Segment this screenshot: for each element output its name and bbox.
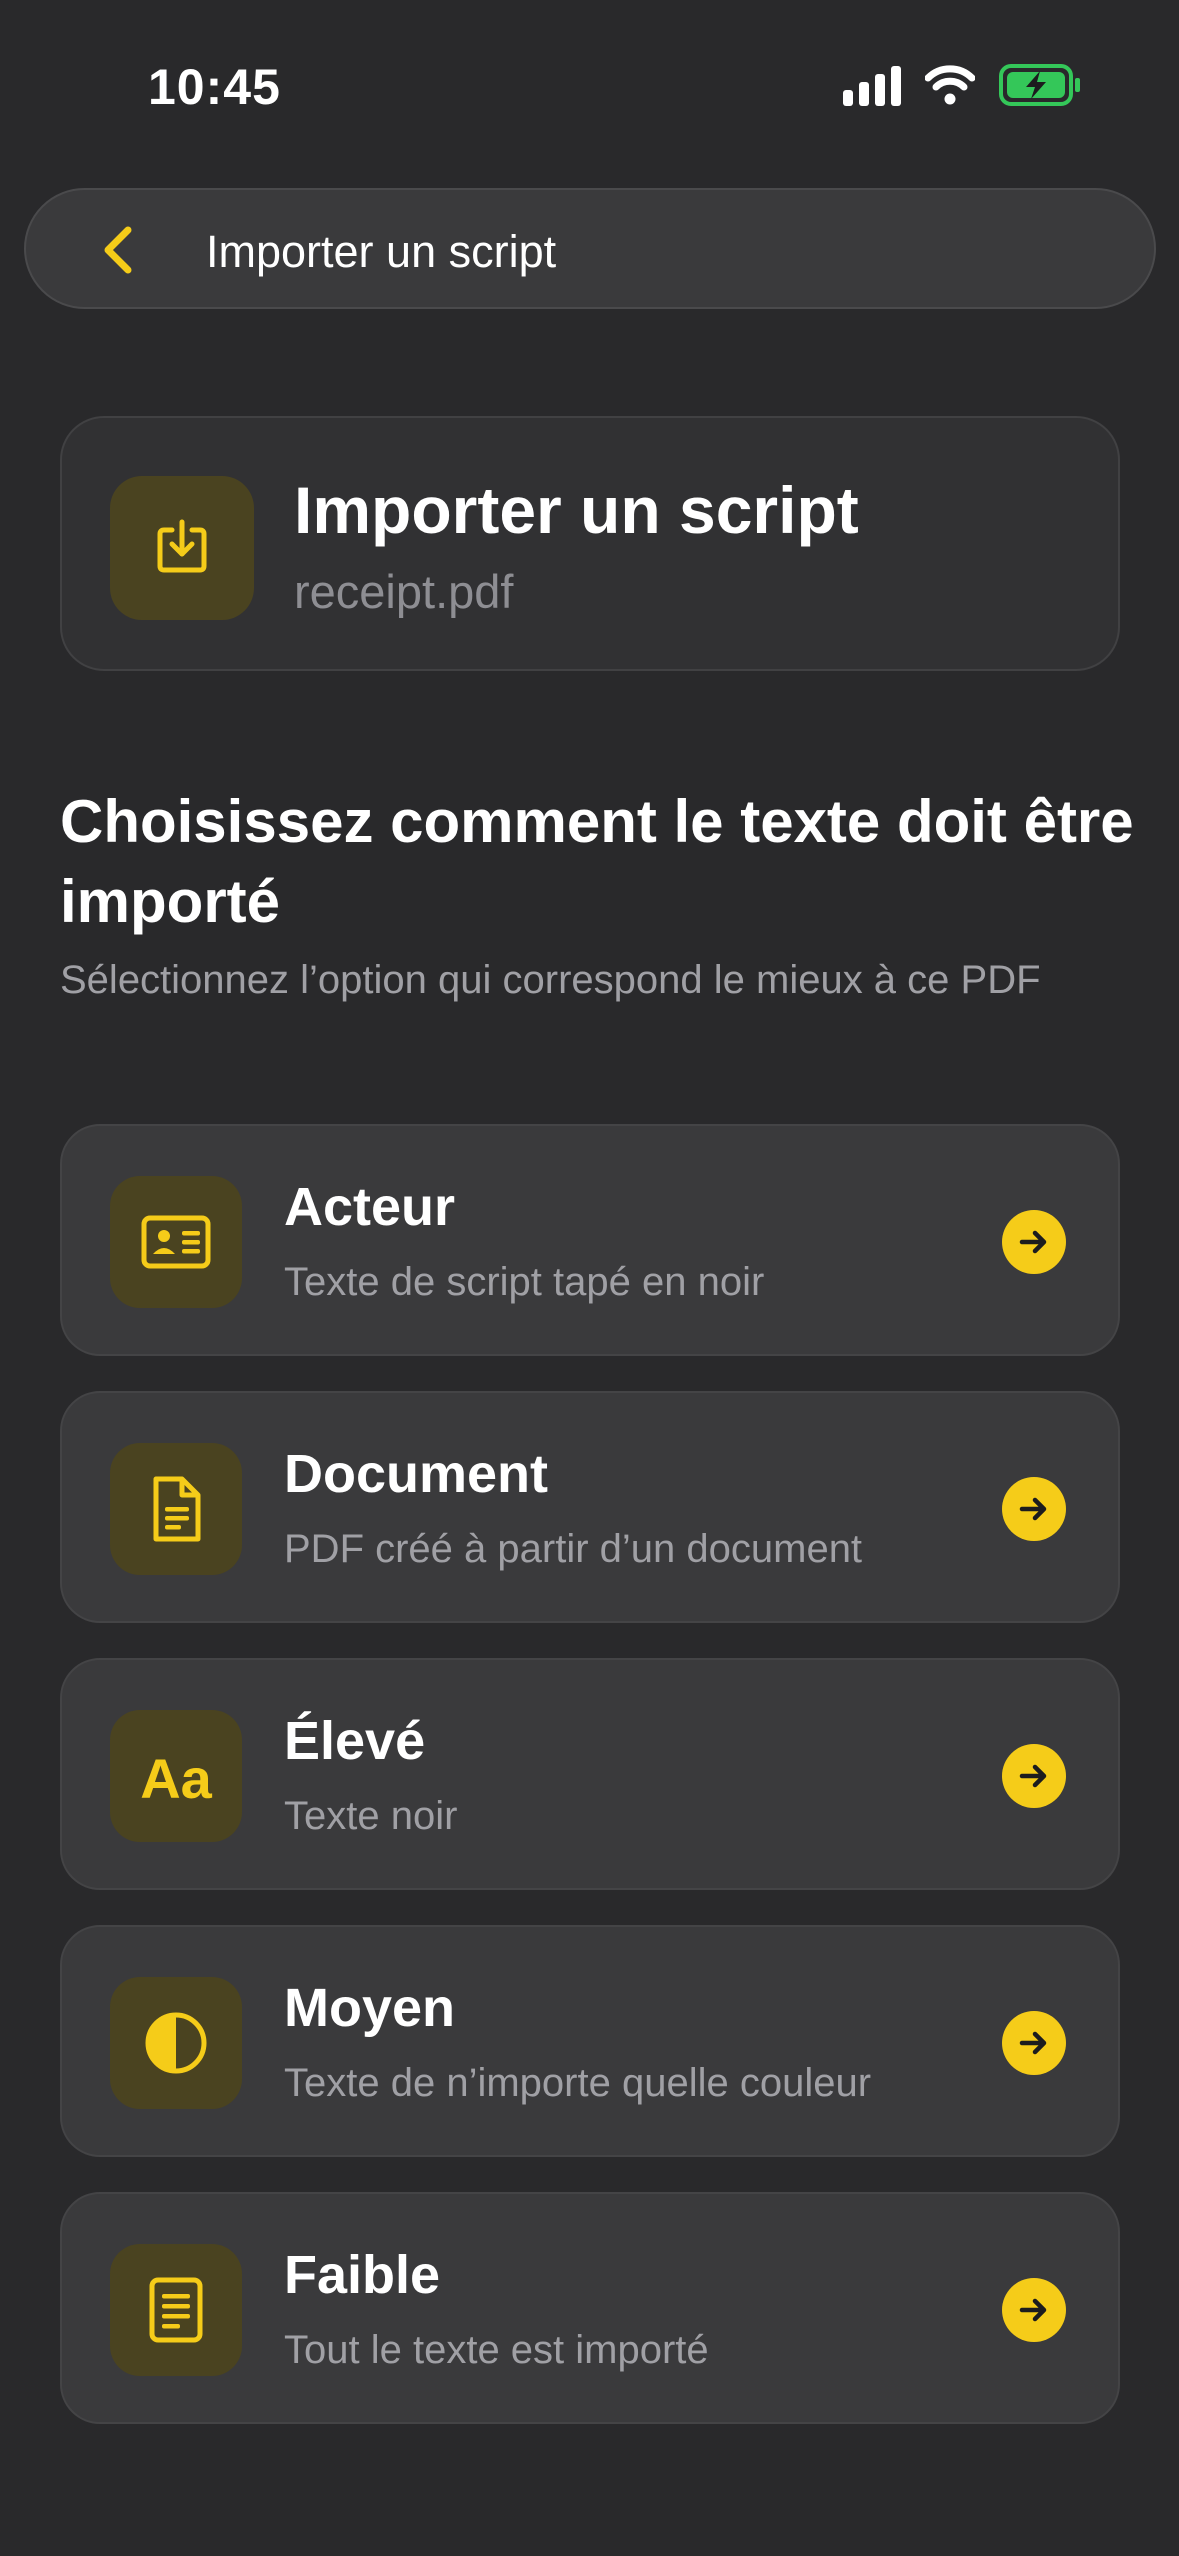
option-title: Moyen (284, 1978, 456, 2038)
file-name: receipt.pdf (294, 565, 514, 618)
wifi-icon (925, 65, 975, 105)
note-icon (149, 2277, 203, 2343)
file-icon-tile (110, 476, 254, 620)
arrow-right-icon[interactable] (1002, 1744, 1066, 1808)
option-subtitle: Texte de script tapé en noir (284, 1260, 765, 1304)
download-tray-icon (157, 519, 207, 573)
file-card-title: Importer un script (294, 473, 859, 547)
option-icon-tile (110, 1443, 242, 1575)
option-title: Document (284, 1444, 549, 1504)
option-icon-tile (110, 1176, 242, 1308)
battery-charging-icon (999, 64, 1080, 106)
chevron-left-icon[interactable] (94, 224, 144, 276)
option-icon-tile (110, 2244, 242, 2376)
status-icons (843, 62, 1083, 110)
cellular-signal-icon (843, 66, 901, 106)
status-time: 10:45 (148, 59, 281, 115)
option-moyen[interactable]: Moyen Texte de n’importe quelle couleur (60, 1925, 1120, 2157)
id-card-icon (141, 1215, 211, 1269)
status-bar: 10:45 (0, 0, 1179, 170)
option-faible[interactable]: Faible Tout le texte est importé (60, 2192, 1120, 2424)
arrow-right-icon[interactable] (1002, 2278, 1066, 2342)
half-circle-contrast-icon (145, 2012, 207, 2074)
option-acteur[interactable]: Acteur Texte de script tapé en noir (60, 1124, 1120, 1356)
option-icon-tile: Aa (110, 1710, 242, 1842)
arrow-right-icon[interactable] (1002, 2011, 1066, 2075)
option-document[interactable]: Document PDF créé à partir d’un document (60, 1391, 1120, 1623)
option-subtitle: Tout le texte est importé (284, 2328, 709, 2372)
file-card: Importer un script receipt.pdf (60, 416, 1120, 671)
section-subtitle: Sélectionnez l’option qui correspond le … (60, 958, 1041, 1002)
nav-title: Importer un script (206, 226, 557, 277)
section-heading: Choisissez comment le texte doit être im… (60, 788, 1134, 935)
option-subtitle: Texte de n’importe quelle couleur (284, 2061, 872, 2105)
document-icon (153, 1476, 201, 1542)
import-script-screen: 10:45 Importer un script Importer un scr… (0, 0, 1179, 2556)
option-icon-tile (110, 1977, 242, 2109)
option-subtitle: PDF créé à partir d’un document (284, 1527, 863, 1571)
option-title: Acteur (284, 1177, 456, 1237)
text-size-icon: Aa (140, 1747, 212, 1810)
option-title: Élevé (284, 1711, 426, 1771)
option-title: Faible (284, 2245, 441, 2305)
arrow-right-icon[interactable] (1002, 1210, 1066, 1274)
nav-bar: Importer un script (24, 188, 1156, 309)
option-eleve[interactable]: Aa Élevé Texte noir (60, 1658, 1120, 1890)
arrow-right-icon[interactable] (1002, 1477, 1066, 1541)
option-subtitle: Texte noir (284, 1794, 458, 1838)
